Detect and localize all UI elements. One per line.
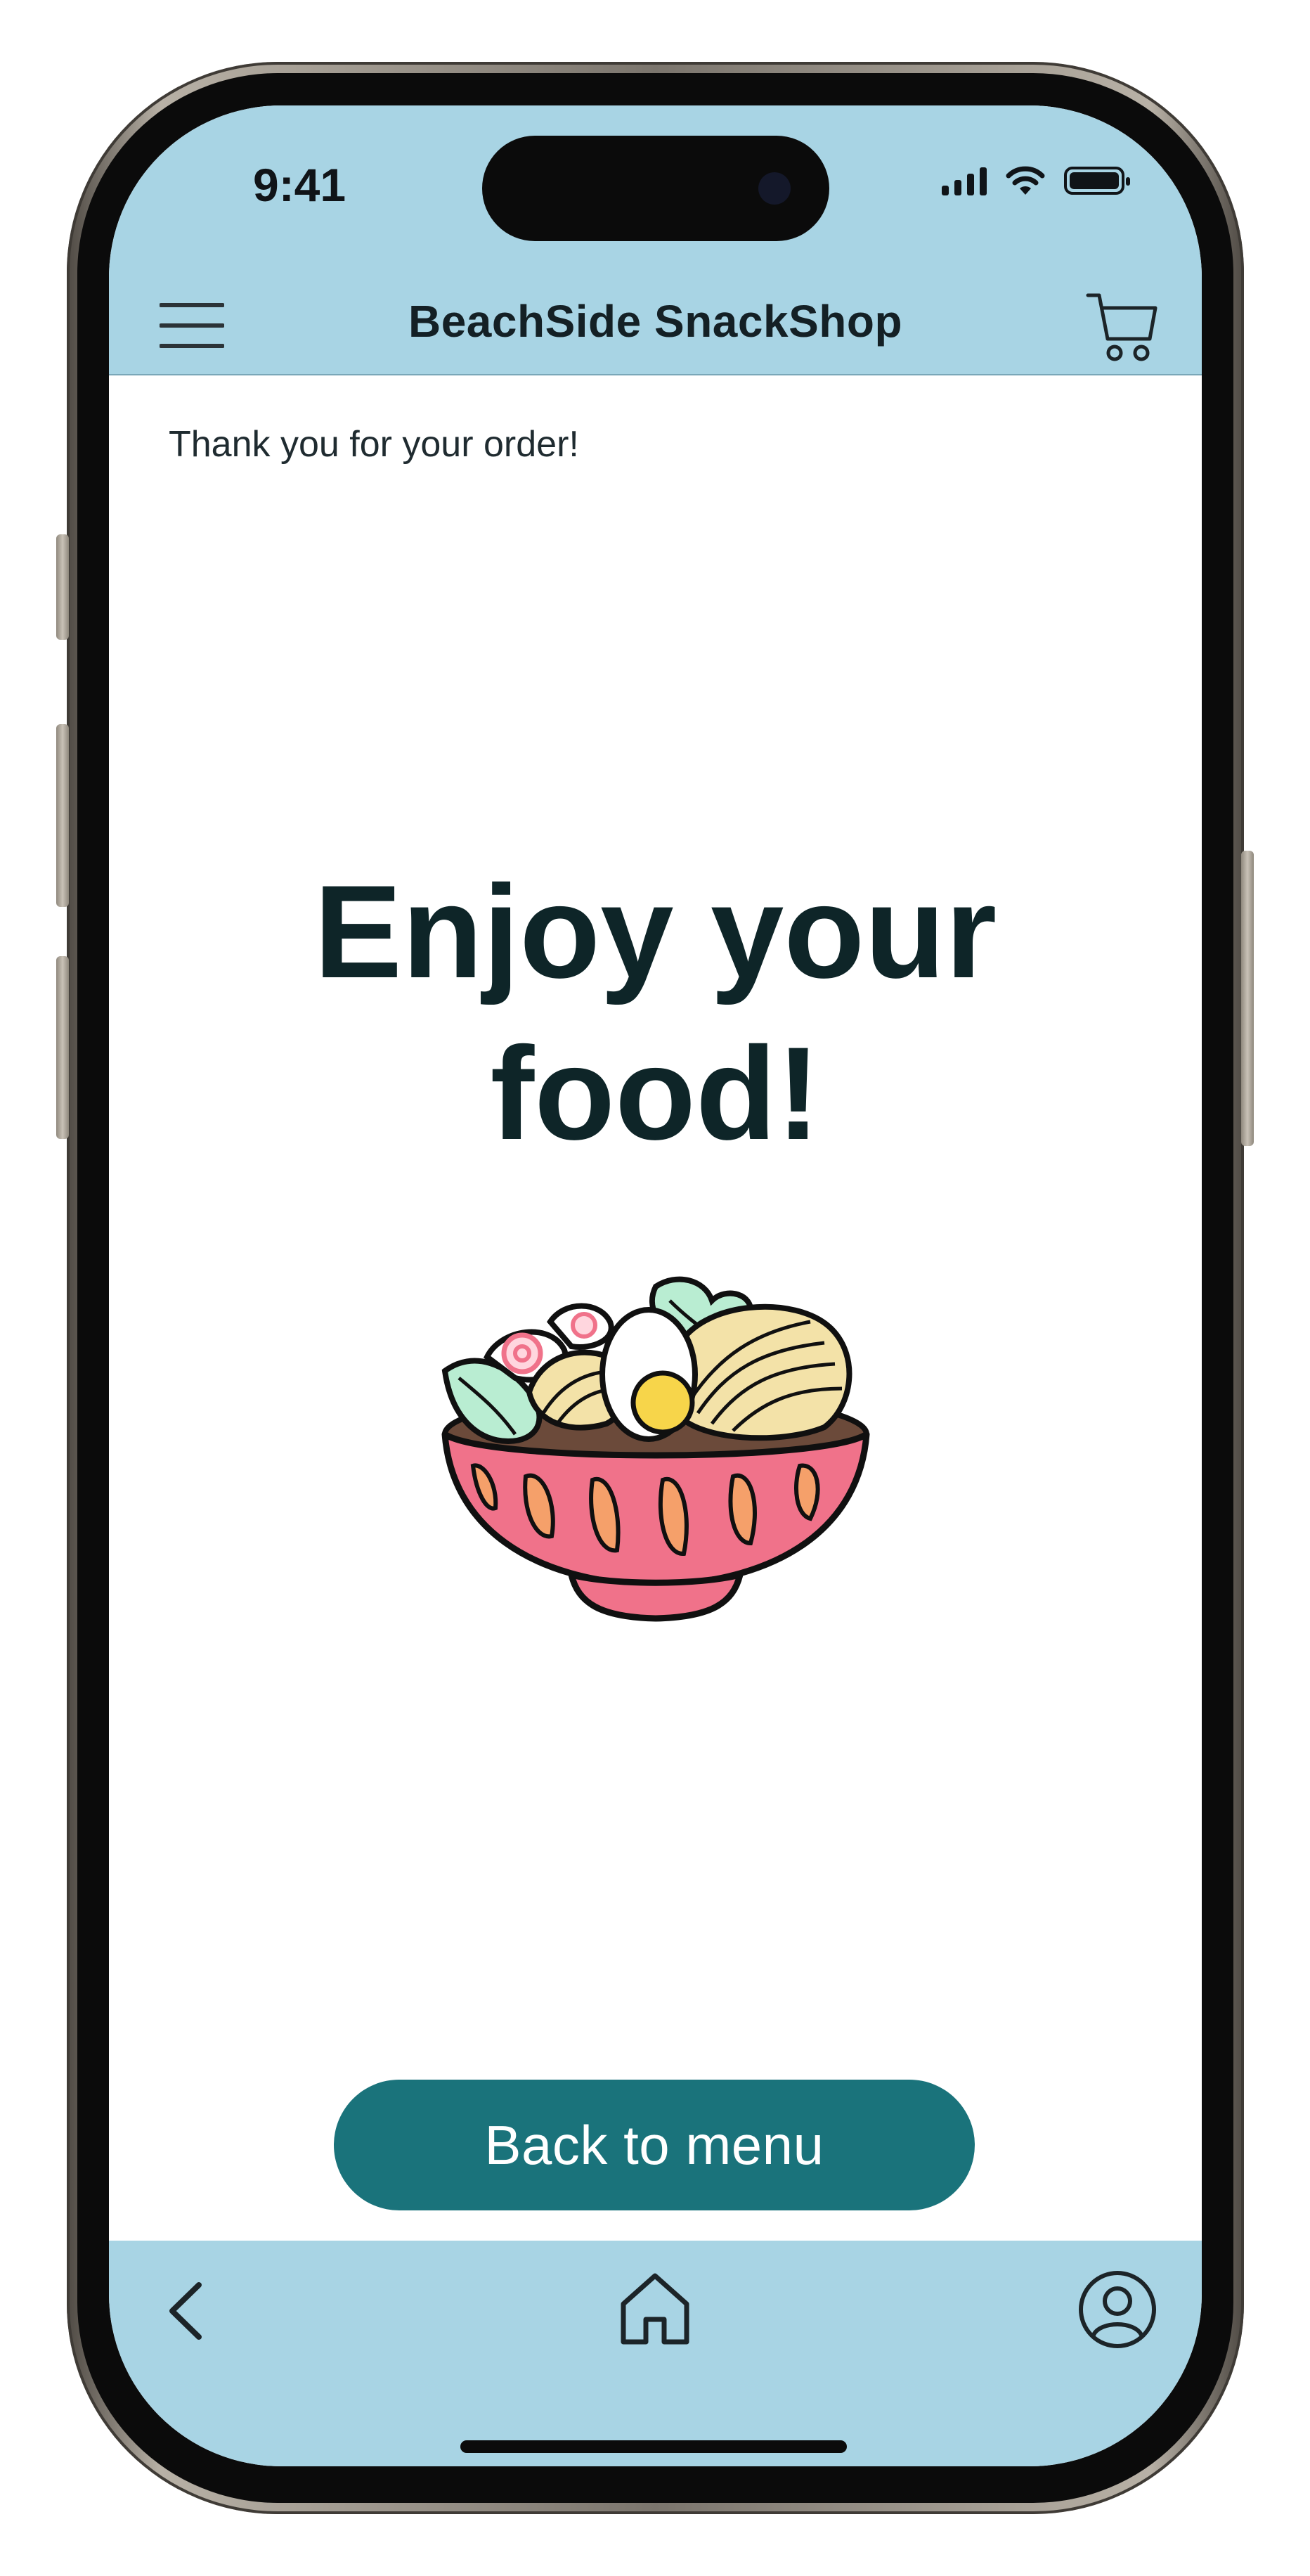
bottom-nav [109,2241,1202,2466]
top-bar: 9:41 BeachSide SnackShop [109,105,1202,375]
phone-screen: 9:41 BeachSide SnackShop Thank you for y… [109,105,1202,2466]
cellular-signal-icon [942,166,987,195]
phone-volume-down-button [56,956,69,1139]
headline-line-2: food! [490,1019,821,1167]
shopping-cart-icon[interactable] [1084,288,1161,366]
thank-you-message: Thank you for your order! [169,424,579,465]
phone-volume-up-button [56,724,69,907]
wifi-icon [1006,166,1045,195]
battery-fill [1070,172,1119,189]
home-indicator[interactable] [460,2440,847,2453]
home-icon[interactable] [609,2263,701,2355]
app-header: BeachSide SnackShop [109,274,1202,375]
phone-silent-switch [56,534,69,640]
dynamic-island [482,136,829,241]
phone-power-button [1241,851,1254,1146]
status-icons [942,165,1130,196]
ramen-bowl-illustration [441,1276,870,1622]
page-headline: Enjoy your food! [109,851,1202,1174]
user-profile-icon[interactable] [1075,2267,1160,2352]
headline-line-1: Enjoy your [313,858,997,1005]
chevron-left-icon[interactable] [151,2272,221,2350]
camera-lens-icon [758,172,791,205]
back-to-menu-button[interactable]: Back to menu [334,2080,975,2210]
battery-icon [1064,167,1130,195]
app-title: BeachSide SnackShop [408,296,903,347]
status-time: 9:41 [253,159,346,211]
